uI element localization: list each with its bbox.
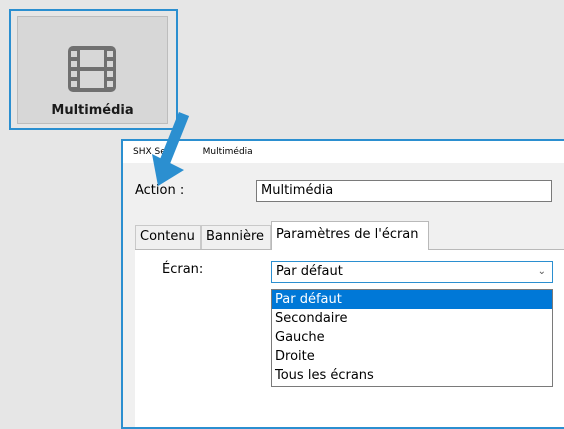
dialog-title-rest: Multimédia bbox=[202, 147, 253, 157]
option-gauche[interactable]: Gauche bbox=[272, 328, 552, 347]
ecran-select-value: Par défaut bbox=[276, 264, 343, 279]
pointer-arrow-icon bbox=[152, 111, 190, 186]
option-par-defaut[interactable]: Par défaut bbox=[272, 290, 552, 309]
tab-banniere[interactable]: Bannière bbox=[201, 225, 271, 249]
ecran-label: Écran: bbox=[162, 262, 204, 277]
action-input[interactable]: Multimédia bbox=[256, 180, 552, 202]
multimedia-tile-button[interactable]: Multimédia bbox=[17, 16, 168, 124]
option-secondaire[interactable]: Secondaire bbox=[272, 309, 552, 328]
tab-contenu[interactable]: Contenu bbox=[135, 225, 201, 249]
ecran-dropdown-list: Par défaut Secondaire Gauche Droite Tous… bbox=[271, 289, 553, 387]
film-icon bbox=[68, 46, 116, 92]
ecran-select[interactable]: Par défaut ⌄ bbox=[271, 261, 553, 283]
option-tous-les-ecrans[interactable]: Tous les écrans bbox=[272, 366, 552, 385]
option-droite[interactable]: Droite bbox=[272, 347, 552, 366]
chevron-down-icon[interactable]: ⌄ bbox=[538, 262, 546, 282]
tab-parametres-ecran[interactable]: Paramètres de l'écran bbox=[271, 221, 429, 250]
tile-label: Multimédia bbox=[51, 103, 134, 118]
